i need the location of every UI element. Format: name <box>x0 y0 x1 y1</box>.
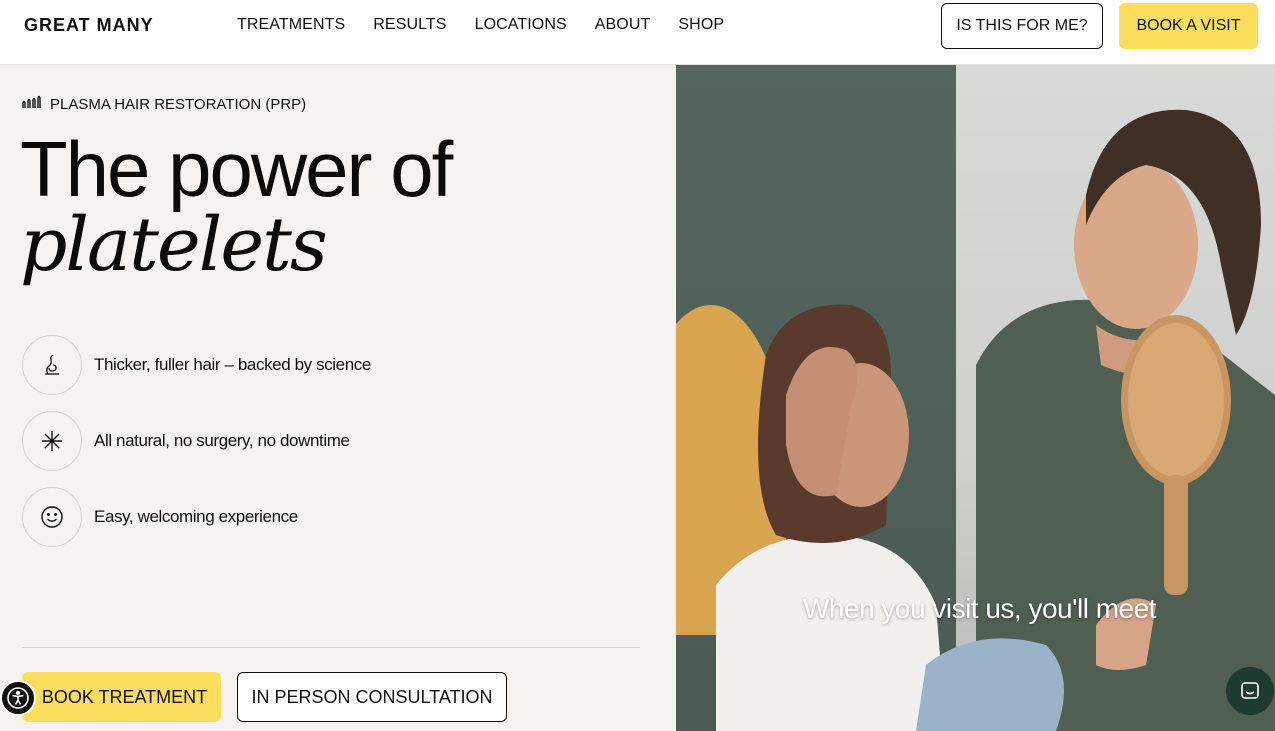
feature-item: Thicker, fuller hair – backed by science <box>22 335 371 395</box>
feature-text: All natural, no surgery, no downtime <box>94 431 350 450</box>
book-visit-button[interactable]: BOOK A VISIT <box>1119 3 1258 49</box>
nav-results[interactable]: RESULTS <box>373 16 446 34</box>
headline-italic: platelets <box>20 202 328 288</box>
headline: The power of <box>20 125 453 213</box>
sparkle-icon <box>22 411 82 471</box>
divider <box>22 647 640 648</box>
nav-about[interactable]: ABOUT <box>595 16 651 34</box>
is-this-for-me-button[interactable]: IS THIS FOR ME? <box>941 3 1103 49</box>
smiley-icon <box>22 487 82 547</box>
accessibility-icon[interactable] <box>0 680 36 716</box>
eyebrow-label: PLASMA HAIR RESTORATION (PRP) <box>50 95 307 113</box>
feature-item: All natural, no surgery, no downtime <box>22 411 350 471</box>
main-nav: TREATMENTS RESULTS LOCATIONS ABOUT SHOP <box>237 16 724 34</box>
feature-text: Thicker, fuller hair – backed by science <box>94 355 371 374</box>
feature-item: Easy, welcoming experience <box>22 487 298 547</box>
logo[interactable]: GREAT MANY <box>24 15 154 36</box>
nav-shop[interactable]: SHOP <box>678 16 724 34</box>
nav-treatments[interactable]: TREATMENTS <box>237 16 345 34</box>
hero-video[interactable]: When you visit us, you'll meet <box>676 65 1275 731</box>
eyebrow: PLASMA HAIR RESTORATION (PRP) <box>22 95 306 113</box>
in-person-consultation-button[interactable]: IN PERSON CONSULTATION <box>237 672 507 722</box>
book-treatment-button[interactable]: BOOK TREATMENT <box>22 672 221 722</box>
hair-waves-icon <box>22 95 42 113</box>
feature-text: Easy, welcoming experience <box>94 507 298 526</box>
chat-icon[interactable] <box>1226 667 1274 715</box>
video-scene <box>716 109 1275 731</box>
nav-locations[interactable]: LOCATIONS <box>475 16 567 34</box>
site-header: GREAT MANY TREATMENTS RESULTS LOCATIONS … <box>0 0 1275 65</box>
hair-strand-icon <box>22 335 82 395</box>
video-caption: When you visit us, you'll meet <box>803 593 1156 624</box>
